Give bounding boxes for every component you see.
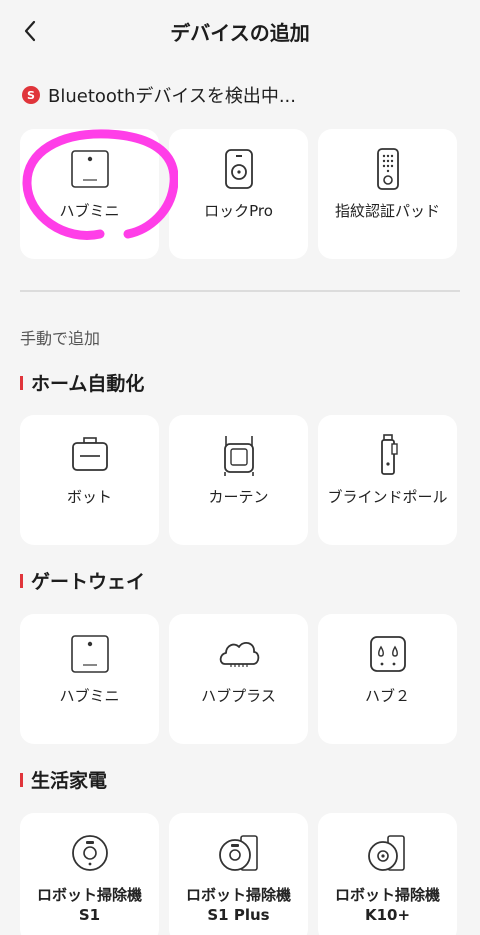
device-card-hub-plus[interactable]: ハブプラス	[169, 614, 308, 744]
device-label: ハブミニ	[59, 687, 120, 705]
cloud-hub-icon	[217, 632, 261, 676]
device-label: 指紋認証パッド	[334, 202, 440, 220]
hub-mini-icon	[68, 632, 112, 676]
page-title: デバイスの追加	[170, 21, 310, 45]
section-title-gateway: ゲートウェイ	[20, 567, 145, 594]
lock-pro-icon	[217, 147, 261, 191]
appliances-grid: ロボット掃除機 S1 ロボット掃除機 S1 Plus ロボット掃除機 K10+	[20, 813, 460, 935]
device-label: ハブミニ	[59, 202, 120, 220]
found-device-lock-pro[interactable]: ロックPro	[169, 129, 308, 259]
scan-status-text: Bluetoothデバイスを検出中...	[48, 86, 297, 107]
divider	[20, 290, 460, 292]
bot-icon	[68, 433, 112, 477]
device-card-robot-vacuum-s1[interactable]: ロボット掃除機 S1	[20, 813, 159, 935]
robot-vacuum-k10-icon	[366, 831, 410, 875]
keypad-icon	[366, 147, 410, 191]
home-automation-grid: ボット カーテン ブラインドポール	[20, 415, 460, 545]
manual-add-label: 手動で追加	[20, 329, 101, 348]
hub2-icon	[366, 632, 410, 676]
device-card-robot-vacuum-s1-plus[interactable]: ロボット掃除機 S1 Plus	[169, 813, 308, 935]
blind-pole-icon	[366, 433, 410, 477]
device-card-hub-mini[interactable]: ハブミニ	[20, 614, 159, 744]
section-accent-bar	[20, 375, 23, 390]
header: デバイスの追加	[0, 0, 480, 60]
gateway-grid: ハブミニ ハブプラス ハブ２	[20, 614, 460, 744]
device-label: ロボット掃除機 S1 Plus	[185, 886, 291, 924]
device-card-bot[interactable]: ボット	[20, 415, 159, 545]
device-label: ロックPro	[204, 202, 273, 220]
robot-vacuum-icon	[68, 831, 112, 875]
device-label: ハブ２	[364, 687, 410, 705]
found-device-keypad[interactable]: 指紋認証パッド	[318, 129, 457, 259]
device-card-blind-pole[interactable]: ブラインドポール	[318, 415, 457, 545]
scanning-badge-icon: S	[22, 86, 40, 104]
curtain-icon	[217, 433, 261, 477]
bluetooth-scan-status: S Bluetoothデバイスを検出中...	[22, 82, 296, 108]
device-card-robot-vacuum-k10[interactable]: ロボット掃除機 K10+	[318, 813, 457, 935]
section-accent-bar	[20, 772, 23, 787]
device-card-curtain[interactable]: カーテン	[169, 415, 308, 545]
found-device-hub-mini[interactable]: ハブミニ	[20, 129, 159, 259]
robot-vacuum-dock-icon	[217, 831, 261, 875]
hub-mini-icon	[68, 147, 112, 191]
section-accent-bar	[20, 573, 23, 588]
section-title-home-automation: ホーム自動化	[20, 369, 144, 396]
device-card-hub-2[interactable]: ハブ２	[318, 614, 457, 744]
device-label: ブラインドポール	[327, 488, 448, 506]
device-label: カーテン	[208, 488, 269, 506]
device-label: ボット	[66, 488, 112, 506]
section-title-appliances: 生活家電	[20, 766, 107, 793]
device-label: ロボット掃除機 K10+	[334, 886, 440, 924]
found-devices-grid: ハブミニ ロックPro 指紋認証パッド	[20, 129, 460, 259]
device-label: ハブプラス	[201, 687, 276, 705]
device-label: ロボット掃除機 S1	[36, 886, 142, 924]
